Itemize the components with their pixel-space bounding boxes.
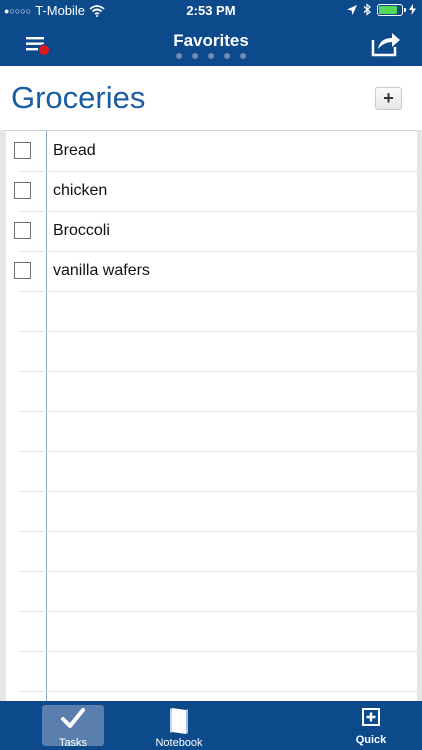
page-dot: [176, 53, 182, 59]
task-checkbox[interactable]: [14, 142, 31, 159]
ruled-line: [20, 251, 417, 252]
status-right: [347, 3, 416, 16]
bluetooth-icon: [363, 3, 371, 16]
page-indicator: [0, 53, 422, 59]
nav-bar: Favorites: [0, 22, 422, 66]
plus-square-icon: [340, 707, 402, 727]
ruled-line: [20, 651, 417, 652]
tab-notebook[interactable]: Notebook: [148, 701, 210, 750]
status-bar: ●○○○○ T-Mobile 2:53 PM: [0, 0, 422, 22]
tab-quick[interactable]: Quick: [340, 701, 402, 750]
task-text[interactable]: vanilla wafers: [53, 262, 150, 280]
battery-icon: [377, 3, 406, 16]
battery-cap: [404, 7, 406, 12]
task-row[interactable]: vanilla wafers: [6, 251, 417, 291]
page-dot: [192, 53, 198, 59]
task-row[interactable]: chicken: [6, 171, 417, 211]
charging-bolt-icon: [409, 4, 416, 15]
task-checkbox[interactable]: [14, 262, 31, 279]
notebook-sheet[interactable]: Bread chicken Broccoli vanilla wafers: [6, 130, 417, 702]
top-bar: ●○○○○ T-Mobile 2:53 PM Favorites: [0, 0, 422, 66]
ruled-line: [20, 171, 417, 172]
page-dot: [240, 53, 246, 59]
add-task-button[interactable]: +: [375, 87, 402, 110]
task-checkbox[interactable]: [14, 182, 31, 199]
ruled-line: [20, 211, 417, 212]
page-dot: [224, 53, 230, 59]
page-dot: [208, 53, 214, 59]
ruled-line: [20, 531, 417, 532]
tab-tasks-label: Tasks: [58, 737, 88, 749]
ruled-line: [20, 691, 417, 692]
location-arrow-icon: [347, 4, 357, 15]
ruled-line: [20, 451, 417, 452]
ruled-line: [20, 371, 417, 372]
tab-notebook-label: Notebook: [155, 737, 203, 749]
task-list-area: Bread chicken Broccoli vanilla wafers: [0, 130, 422, 702]
task-row[interactable]: Bread: [6, 131, 417, 171]
tab-quick-label: Quick: [355, 734, 387, 746]
list-title: Groceries: [11, 80, 146, 115]
task-text[interactable]: Broccoli: [53, 222, 110, 240]
notebook-icon: [148, 707, 210, 735]
task-text[interactable]: Bread: [53, 142, 96, 160]
ruled-line: [20, 491, 417, 492]
checkmark-icon: [42, 707, 104, 729]
list-header: Groceries: [0, 66, 422, 130]
ruled-line: [20, 611, 417, 612]
ruled-line: [20, 571, 417, 572]
tab-tasks[interactable]: Tasks: [42, 701, 104, 750]
share-icon: [371, 33, 400, 57]
share-button[interactable]: [370, 28, 402, 58]
ruled-line: [20, 411, 417, 412]
task-checkbox[interactable]: [14, 222, 31, 239]
battery-fill: [379, 5, 397, 14]
ruled-line: [20, 291, 417, 292]
ruled-line: [20, 331, 417, 332]
tab-bar: Tasks Notebook Quick: [0, 701, 422, 750]
task-text[interactable]: chicken: [53, 182, 107, 200]
task-row[interactable]: Broccoli: [6, 211, 417, 251]
nav-title: Favorites: [173, 31, 249, 50]
